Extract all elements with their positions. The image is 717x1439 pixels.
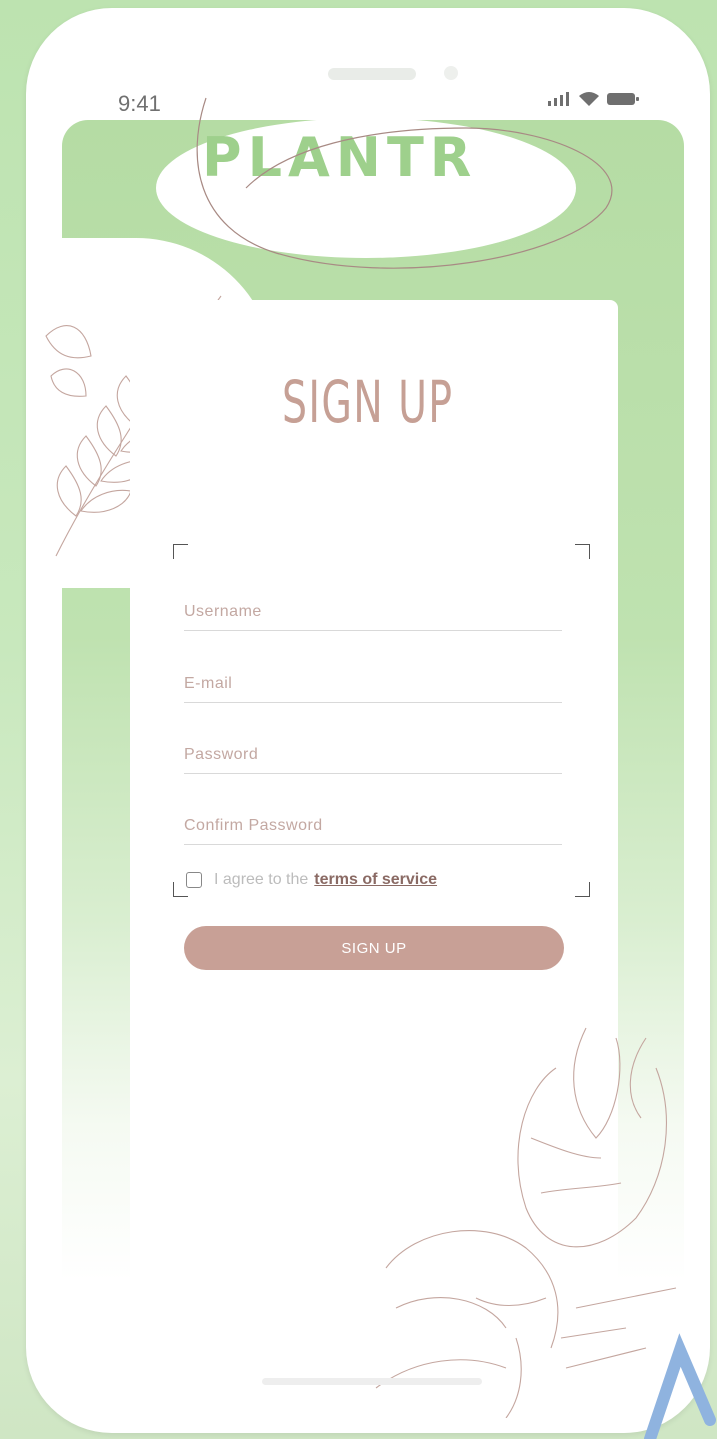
home-indicator[interactable] bbox=[262, 1378, 482, 1385]
email-field bbox=[184, 666, 562, 703]
form-frame-corner bbox=[173, 544, 188, 559]
terms-checkbox[interactable] bbox=[186, 872, 202, 888]
password-field bbox=[184, 737, 562, 774]
page-title: SIGN UP bbox=[282, 368, 454, 436]
confirm-password-field bbox=[184, 808, 562, 845]
monstera-leaf-illustration bbox=[375, 1027, 677, 1418]
terms-agreement-row: I agree to the terms of service bbox=[186, 868, 437, 892]
email-input[interactable] bbox=[184, 666, 562, 702]
sign-up-button[interactable]: SIGN UP bbox=[184, 926, 564, 970]
username-field bbox=[184, 594, 562, 631]
form-frame-corner bbox=[575, 544, 590, 559]
logo-swirl-decoration bbox=[196, 97, 613, 269]
terms-agreement-label: I agree to the bbox=[214, 871, 309, 888]
status-time: 9:41 bbox=[118, 91, 161, 116]
username-input[interactable] bbox=[184, 594, 562, 630]
form-frame-corner bbox=[575, 882, 590, 897]
phone-frame: 9:41 PLANTR SIGN UP Username E-mail I ag… bbox=[26, 8, 710, 1433]
terms-of-service-link[interactable]: terms of service bbox=[314, 871, 437, 889]
blue-brush-stroke-decoration bbox=[644, 1333, 716, 1439]
confirm-password-input[interactable] bbox=[184, 808, 562, 844]
password-input[interactable] bbox=[184, 737, 562, 773]
